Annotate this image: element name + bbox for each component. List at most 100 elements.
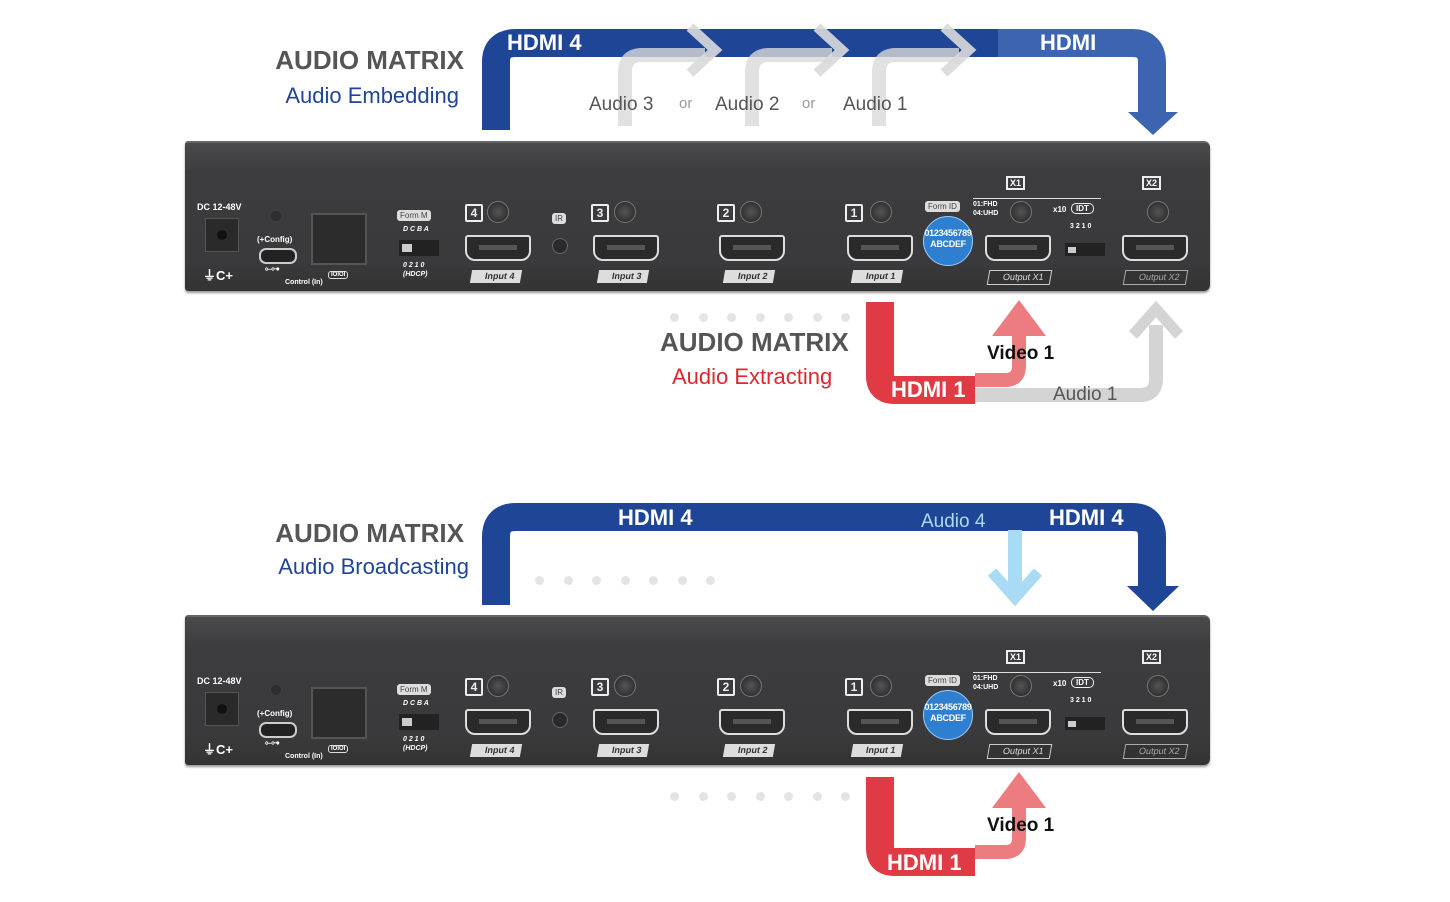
placeholder-dot bbox=[841, 313, 850, 322]
input4-label: Input 4 bbox=[469, 270, 522, 283]
output-x2-hdmi-port[interactable] bbox=[1122, 235, 1188, 261]
resolution-1: 01:FHD bbox=[973, 201, 998, 208]
hdcp-dip-switch[interactable] bbox=[399, 714, 439, 730]
placeholder-dot bbox=[649, 576, 658, 585]
rotary-digits: 0123456789ABCDEF bbox=[924, 228, 972, 249]
usb-c-port[interactable] bbox=[259, 248, 297, 264]
input3-number: 3 bbox=[591, 204, 609, 222]
output-x2-tag: X2 bbox=[1142, 650, 1162, 664]
control-in-label: Control (In) bbox=[285, 753, 323, 760]
divider-line bbox=[973, 198, 1101, 199]
output-x1-hdmi-port[interactable] bbox=[985, 235, 1051, 261]
idt-label: IDT bbox=[1071, 677, 1094, 688]
ir-label: IR bbox=[552, 687, 566, 698]
idt-label: IDT bbox=[1071, 203, 1094, 214]
device-rear-panel: DC 12-48V ⏚C+ (+Config) ⟜⊶ Control (In) … bbox=[185, 141, 1210, 291]
x10-label: x10 bbox=[1053, 679, 1067, 688]
hdcp-label: (HDCP) bbox=[403, 271, 428, 278]
input4-number: 4 bbox=[465, 204, 483, 222]
ir-label: IR bbox=[552, 213, 566, 224]
input2-label: Input 2 bbox=[722, 744, 775, 757]
placeholder-dot bbox=[812, 313, 822, 322]
audio1-label: Audio 1 bbox=[843, 94, 908, 115]
input3-label: Input 3 bbox=[596, 270, 649, 283]
id-dip-switch[interactable] bbox=[1065, 243, 1105, 256]
video1-label: Video 1 bbox=[987, 343, 1055, 364]
placeholder-dot bbox=[812, 792, 822, 801]
input1-screw bbox=[870, 675, 892, 697]
extracting-title: AUDIO MATRIX bbox=[660, 327, 849, 357]
ir-sensor bbox=[552, 712, 568, 728]
output-x2-hdmi-port[interactable] bbox=[1122, 709, 1188, 735]
input2-hdmi-port[interactable] bbox=[719, 235, 785, 261]
dip-letters: D C B A bbox=[403, 700, 429, 707]
output-x1-screw bbox=[1010, 675, 1032, 697]
config-label: (+Config) bbox=[257, 709, 293, 718]
hdmi4-broadcast-arrowhead bbox=[1127, 586, 1179, 611]
hdcp-label: (HDCP) bbox=[403, 745, 428, 752]
id-dip-switch[interactable] bbox=[1065, 717, 1105, 730]
input1-number: 1 bbox=[845, 678, 863, 696]
placeholder-dot bbox=[706, 576, 715, 585]
dc-label: DC 12-48V bbox=[197, 676, 242, 686]
dc-power-jack[interactable] bbox=[205, 218, 239, 252]
rotary-id-dial[interactable]: 0123456789ABCDEF bbox=[923, 690, 973, 740]
device-rear-panel: DC 12-48V ⏚C+ (+Config) ⟜⊶ Control (In) … bbox=[185, 615, 1210, 765]
input3-hdmi-port[interactable] bbox=[593, 235, 659, 261]
output-x1-label: Output X1 bbox=[986, 744, 1052, 759]
rs232-icon: IOIOI bbox=[328, 745, 349, 753]
broadcasting-title: AUDIO MATRIX bbox=[275, 518, 464, 548]
input3-label: Input 3 bbox=[596, 744, 649, 757]
input1-label: Input 1 bbox=[850, 744, 903, 757]
input2-hdmi-port[interactable] bbox=[719, 709, 785, 735]
rj45-port[interactable] bbox=[311, 687, 367, 739]
status-led bbox=[271, 211, 281, 221]
audio2-label: Audio 2 bbox=[715, 94, 780, 115]
rotary-id-dial[interactable]: 0123456789ABCDEF bbox=[923, 216, 973, 266]
input1-number: 1 bbox=[845, 204, 863, 222]
output-x1-tag: X1 bbox=[1006, 176, 1026, 190]
placeholder-dot bbox=[677, 576, 687, 585]
placeholder-dot bbox=[755, 313, 765, 322]
input1-hdmi-port[interactable] bbox=[847, 235, 913, 261]
id-dip-numbers: 3 2 1 0 bbox=[1070, 223, 1092, 230]
placeholder-dot bbox=[620, 576, 630, 585]
resolution-1: 01:FHD bbox=[973, 675, 998, 682]
video1-arrowhead-top bbox=[992, 300, 1046, 336]
embedding-output-label: HDMI bbox=[1040, 30, 1097, 55]
rs232-icon: IOIOI bbox=[328, 271, 349, 279]
placeholder-dot bbox=[670, 792, 679, 801]
output-x1-hdmi-port[interactable] bbox=[985, 709, 1051, 735]
input3-hdmi-port[interactable] bbox=[593, 709, 659, 735]
output-x2-tag: X2 bbox=[1142, 176, 1162, 190]
input4-label: Input 4 bbox=[469, 744, 522, 757]
video1-label-bottom: Video 1 bbox=[987, 815, 1055, 836]
input3-number: 3 bbox=[591, 678, 609, 696]
dc-power-jack[interactable] bbox=[205, 692, 239, 726]
divider-line bbox=[973, 672, 1101, 673]
form-m-label: Form M bbox=[397, 210, 431, 221]
input3-screw bbox=[614, 201, 636, 223]
extracting-subtitle: Audio Extracting bbox=[672, 364, 833, 389]
broadcasting-source-label: HDMI 4 bbox=[618, 505, 693, 530]
placeholder-dot bbox=[698, 313, 708, 322]
config-label: (+Config) bbox=[257, 235, 293, 244]
placeholder-dot bbox=[727, 313, 736, 322]
rj45-port[interactable] bbox=[311, 213, 367, 265]
usb-c-port[interactable] bbox=[259, 722, 297, 738]
form-m-label: Form M bbox=[397, 684, 431, 695]
x10-label: x10 bbox=[1053, 205, 1067, 214]
input2-screw bbox=[740, 675, 762, 697]
placeholder-dot bbox=[535, 576, 544, 585]
input1-hdmi-port[interactable] bbox=[847, 709, 913, 735]
output-x2-screw bbox=[1147, 201, 1169, 223]
input4-screw bbox=[487, 201, 509, 223]
embedding-title: AUDIO MATRIX bbox=[275, 45, 464, 75]
form-id-label: Form ID bbox=[925, 675, 960, 686]
input2-number: 2 bbox=[717, 204, 735, 222]
status-led bbox=[271, 685, 281, 695]
input4-hdmi-port[interactable] bbox=[465, 235, 531, 261]
hdcp-dip-switch[interactable] bbox=[399, 240, 439, 256]
input4-hdmi-port[interactable] bbox=[465, 709, 531, 735]
broadcasting-output-label: HDMI 4 bbox=[1049, 505, 1124, 530]
